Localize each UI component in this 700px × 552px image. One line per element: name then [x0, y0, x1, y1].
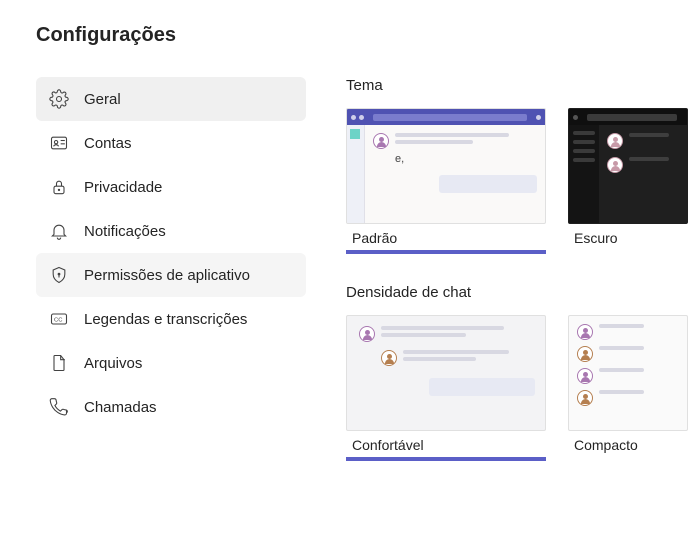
cc-icon: CC — [48, 308, 70, 330]
sidebar-item-label: Legendas e transcrições — [84, 311, 247, 328]
page-title: Configurações — [36, 24, 700, 47]
theme-default-thumb: e, — [346, 108, 546, 224]
theme-option-label: Escuro — [568, 224, 688, 254]
theme-option-label: Padrão — [346, 224, 546, 254]
sidebar-item-notifications[interactable]: Notificações — [36, 209, 306, 253]
settings-main: Tema e, Padrão — [316, 77, 700, 552]
sidebar-item-captions[interactable]: CC Legendas e transcrições — [36, 297, 306, 341]
density-comfortable-thumb — [346, 315, 546, 431]
document-icon — [48, 352, 70, 374]
theme-options-row: e, Padrão — [346, 108, 700, 254]
settings-sidebar: Geral Contas Privacidade Notificações — [36, 77, 316, 552]
phone-icon — [48, 396, 70, 418]
id-card-icon — [48, 132, 70, 154]
sidebar-item-label: Contas — [84, 135, 132, 152]
gear-icon — [48, 88, 70, 110]
sidebar-item-label: Privacidade — [84, 179, 162, 196]
density-option-compact[interactable]: Compacto — [568, 315, 688, 461]
theme-preview-text: e, — [395, 153, 537, 165]
theme-dark-thumb — [568, 108, 688, 224]
sidebar-item-files[interactable]: Arquivos — [36, 341, 306, 385]
theme-option-default[interactable]: e, Padrão — [346, 108, 546, 254]
svg-text:CC: CC — [54, 318, 62, 324]
density-option-label: Confortável — [346, 431, 546, 461]
bell-icon — [48, 220, 70, 242]
lock-icon — [48, 176, 70, 198]
density-option-comfortable[interactable]: Confortável — [346, 315, 546, 461]
theme-section-label: Tema — [346, 77, 700, 94]
sidebar-item-label: Arquivos — [84, 355, 142, 372]
theme-option-dark[interactable]: Escuro — [568, 108, 688, 254]
sidebar-item-label: Notificações — [84, 223, 166, 240]
sidebar-item-label: Chamadas — [84, 399, 157, 416]
shield-icon — [48, 264, 70, 286]
sidebar-item-label: Geral — [84, 91, 121, 108]
sidebar-item-label: Permissões de aplicativo — [84, 267, 250, 284]
density-compact-thumb — [568, 315, 688, 431]
sidebar-item-privacy[interactable]: Privacidade — [36, 165, 306, 209]
chat-density-options-row: Confortável Compacto — [346, 315, 700, 461]
chat-density-section-label: Densidade de chat — [346, 284, 700, 301]
sidebar-item-calls[interactable]: Chamadas — [36, 385, 306, 429]
sidebar-item-accounts[interactable]: Contas — [36, 121, 306, 165]
density-option-label: Compacto — [568, 431, 688, 461]
sidebar-item-general[interactable]: Geral — [36, 77, 306, 121]
sidebar-item-app-permissions[interactable]: Permissões de aplicativo — [36, 253, 306, 297]
